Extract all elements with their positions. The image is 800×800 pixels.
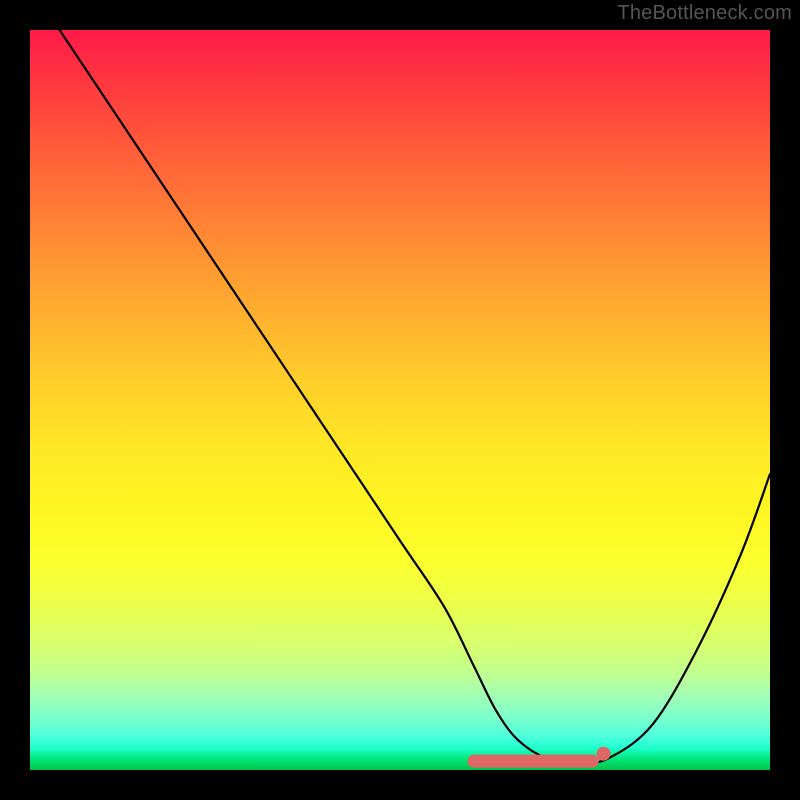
bottleneck-curve xyxy=(60,30,770,763)
optimal-end-dot xyxy=(597,747,611,761)
chart-svg xyxy=(30,30,770,770)
watermark-text: TheBottleneck.com xyxy=(617,2,792,25)
chart-gradient-background xyxy=(30,30,770,770)
